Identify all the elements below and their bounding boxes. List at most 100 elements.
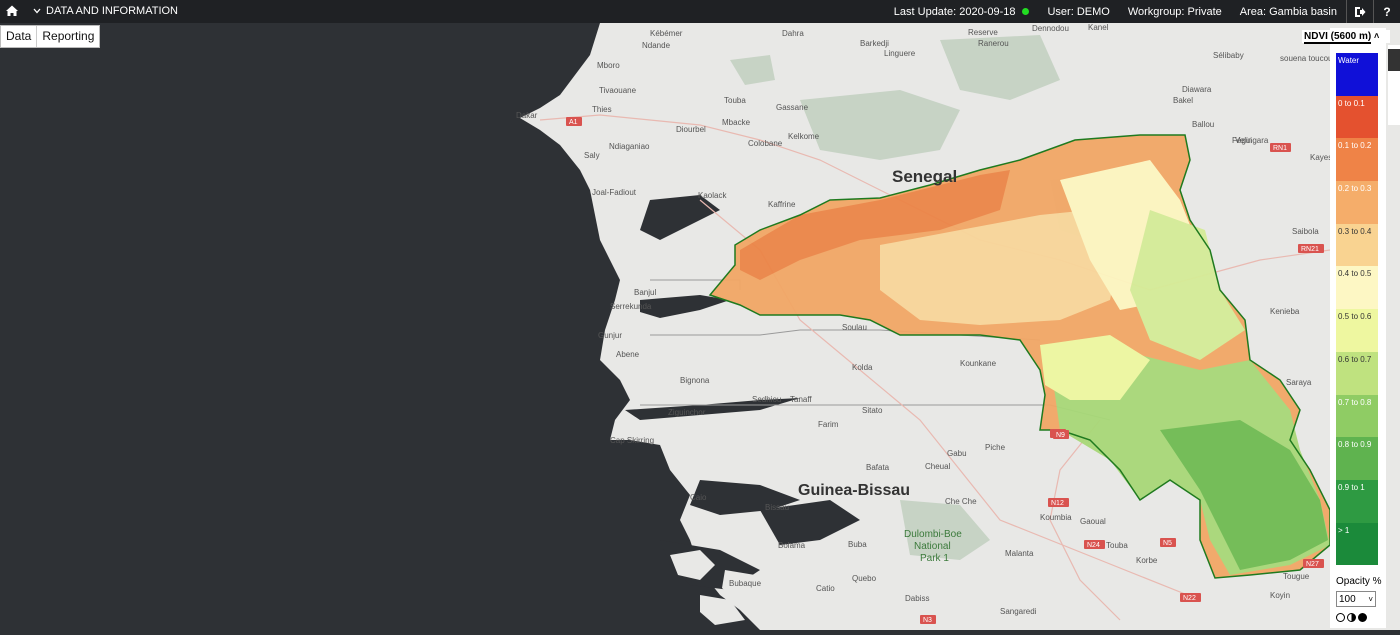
place-label: Koumbia [1040,513,1072,522]
legend-title-text: NDVI (5600 m) [1304,31,1372,44]
place-label: Kayes [1310,153,1332,162]
data-information-menu[interactable]: DATA AND INFORMATION [33,5,178,17]
place-label: Ndande [642,41,671,50]
place-label: Kaolack [698,191,727,200]
place-label: Reserve [968,28,998,37]
label-senegal: Senegal [892,167,957,186]
place-label: Dakar [516,111,538,120]
place-label: Korbe [1136,556,1158,565]
place-label: Gaoual [1080,517,1106,526]
area-label[interactable]: Area: Gambia basin [1231,6,1346,18]
place-label: Joal-Fadiout [592,188,637,197]
legend-class-0: Water [1336,53,1378,96]
last-update: Last Update: 2020-09-18 [885,6,1039,18]
road-label: N24 [1087,542,1100,549]
side-panel-edge[interactable] [1388,45,1400,125]
opacity-select[interactable]: 100 ˅ [1336,591,1376,607]
legend-class-3: 0.2 to 0.3 [1336,181,1378,224]
place-label: Catio [816,584,835,593]
light-basemap-toggle[interactable] [1336,613,1345,622]
place-label: Bafata [866,463,890,472]
chevron-up-icon[interactable]: ˄ [1374,31,1379,41]
user-label[interactable]: User: DEMO [1038,6,1118,18]
road-label: A1 [569,119,578,126]
place-label: Ziguinchor [668,408,706,417]
road-label: N5 [1163,540,1172,547]
help-button[interactable]: ? [1374,0,1400,23]
tab-data[interactable]: Data [1,26,36,47]
place-label: Diourbel [676,125,706,134]
place-label: Touba [1106,541,1128,550]
place-label: Gunjur [598,331,622,340]
legend-class-10: 0.9 to 1 [1336,479,1378,523]
place-label: Sedhiou [752,395,781,404]
place-label: Colobane [748,139,783,148]
place-label: Dabiss [905,594,929,603]
road-label: N27 [1306,561,1319,568]
place-label: Abene [616,350,640,359]
legend-class-7: 0.6 to 0.7 [1336,351,1378,395]
place-label: Bolama [778,541,806,550]
place-label: Sitato [862,406,883,415]
place-label: Bubaque [729,579,762,588]
place-label: Kanel [1088,23,1109,32]
place-label: Malanta [1005,549,1034,558]
place-label: Kenieba [1270,307,1300,316]
road-label: N3 [923,617,932,624]
legend-title[interactable]: NDVI (5600 m) ˄ [1302,30,1390,44]
label-guinea-bissau: Guinea-Bissau [798,482,910,499]
legend-class-8: 0.7 to 0.8 [1336,394,1378,438]
place-label: Kaffrine [768,200,796,209]
legend-class-11: > 1 [1336,522,1378,566]
status-dot [1022,8,1030,16]
chevron-down-icon: ˅ [1368,594,1373,604]
legend-class-2: 0.1 to 0.2 [1336,138,1378,182]
place-label: Saibola [1292,227,1319,236]
place-label: Tougue [1283,572,1310,581]
place-label: Touba [724,96,746,105]
legend-class-5: 0.4 to 0.5 [1336,266,1378,310]
place-label: Banjul [634,288,656,297]
label-park-1: Dulombi-Boe [904,529,962,540]
road-label: N12 [1051,500,1064,507]
chevron-down-icon [33,8,41,14]
place-label: Gassane [776,103,809,112]
place-label: Quebo [852,574,877,583]
place-label: Ballou [1192,120,1214,129]
place-label: Cap Skirring [610,436,654,445]
opacity-label: Opacity % [1336,576,1382,587]
place-label: Che Che [945,497,977,506]
tab-reporting[interactable]: Reporting [36,26,99,47]
place-label: Tivaouane [599,86,637,95]
label-park-2: National [914,541,951,552]
legend-class-1: 0 to 0.1 [1336,95,1378,139]
map-canvas[interactable]: Senegal Guinea-Bissau Dulombi-Boe Nation… [0,23,1400,630]
place-label: Farim [818,420,839,429]
half-basemap-toggle[interactable] [1347,613,1356,622]
place-label: Tanaff [790,395,812,404]
place-label: Saraya [1286,378,1312,387]
place-label: Soulau [842,323,867,332]
home-icon[interactable] [3,2,21,20]
place-label: Buba [848,540,867,549]
place-label: Caio [690,493,707,502]
place-label: Kolda [852,363,873,372]
place-label: Saly [584,151,600,160]
place-label: Ndiaganiao [609,142,650,151]
logout-button[interactable] [1347,0,1373,23]
place-label: Cheual [925,462,951,471]
place-label: Fégui [1232,136,1252,145]
place-label: Piche [985,443,1006,452]
logout-icon [1355,6,1366,17]
workgroup-label[interactable]: Workgroup: Private [1119,6,1231,18]
place-label: Ranerou [978,39,1009,48]
basemap-toggles [1336,613,1367,622]
place-label: Linguere [884,49,916,58]
panel-handle[interactable] [1388,49,1400,71]
place-label: Mboro [597,61,620,70]
road-label: N9 [1056,432,1065,439]
dark-basemap-toggle[interactable] [1358,613,1367,622]
road-label: RN21 [1301,246,1319,253]
place-label: Bignona [680,376,710,385]
place-label: Bakel [1173,96,1193,105]
